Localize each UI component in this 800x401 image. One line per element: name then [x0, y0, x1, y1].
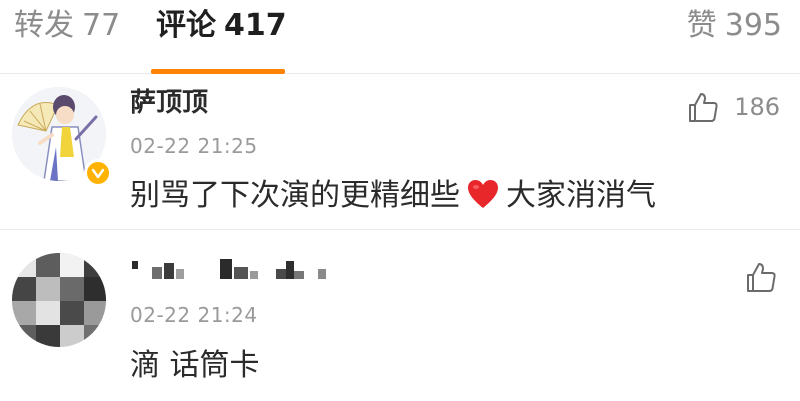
tab-comments-count: 417	[224, 8, 287, 43]
avatar[interactable]	[12, 87, 112, 187]
thumbs-up-icon	[689, 93, 718, 122]
avatar[interactable]	[12, 253, 106, 347]
tab-repost-count: 77	[82, 8, 121, 43]
tab-repost[interactable]: 转发 77	[14, 8, 120, 44]
tab-comments[interactable]: 评论 417	[156, 8, 287, 44]
comment-text: 滴 话筒卡	[130, 348, 260, 383]
comment-username[interactable]: 萨顶顶	[130, 86, 208, 120]
like-button[interactable]	[744, 259, 778, 295]
comment-timestamp: 02-22 21:24	[130, 303, 258, 327]
thumbs-up-icon	[747, 263, 776, 292]
comment-item: 萨顶顶 02-22 21:25 186 别骂了下次演的更精细些 大家消消气	[0, 75, 800, 230]
avatar-pixelated	[12, 253, 106, 347]
tab-likes[interactable]: 赞 395	[687, 8, 782, 44]
like-count: 186	[734, 93, 780, 121]
tab-bar: 转发 77 评论 417 赞 395	[0, 0, 800, 74]
tab-repost-label: 转发	[14, 8, 74, 43]
tab-likes-count: 395	[724, 8, 782, 43]
active-tab-indicator	[151, 69, 285, 74]
comment-text: 别骂了下次演的更精细些 大家消消气	[130, 177, 656, 220]
comment-text-part: 别骂了下次演的更精细些	[130, 178, 460, 213]
tab-likes-label: 赞	[686, 8, 717, 43]
comment-panel: 转发 77 评论 417 赞 395 萨顶顶 02-22 21:25 186 别…	[0, 0, 800, 401]
comment-text-part: 大家消消气	[506, 178, 656, 213]
heart-icon	[466, 178, 500, 220]
like-button[interactable]: 186	[686, 89, 780, 125]
verified-badge-icon	[84, 159, 112, 187]
comment-timestamp: 02-22 21:25	[130, 134, 258, 158]
comment-item: 02-22 21:24 滴 话筒卡	[0, 231, 800, 401]
obscured-username[interactable]	[130, 257, 330, 283]
tab-comments-label: 评论	[156, 8, 216, 43]
